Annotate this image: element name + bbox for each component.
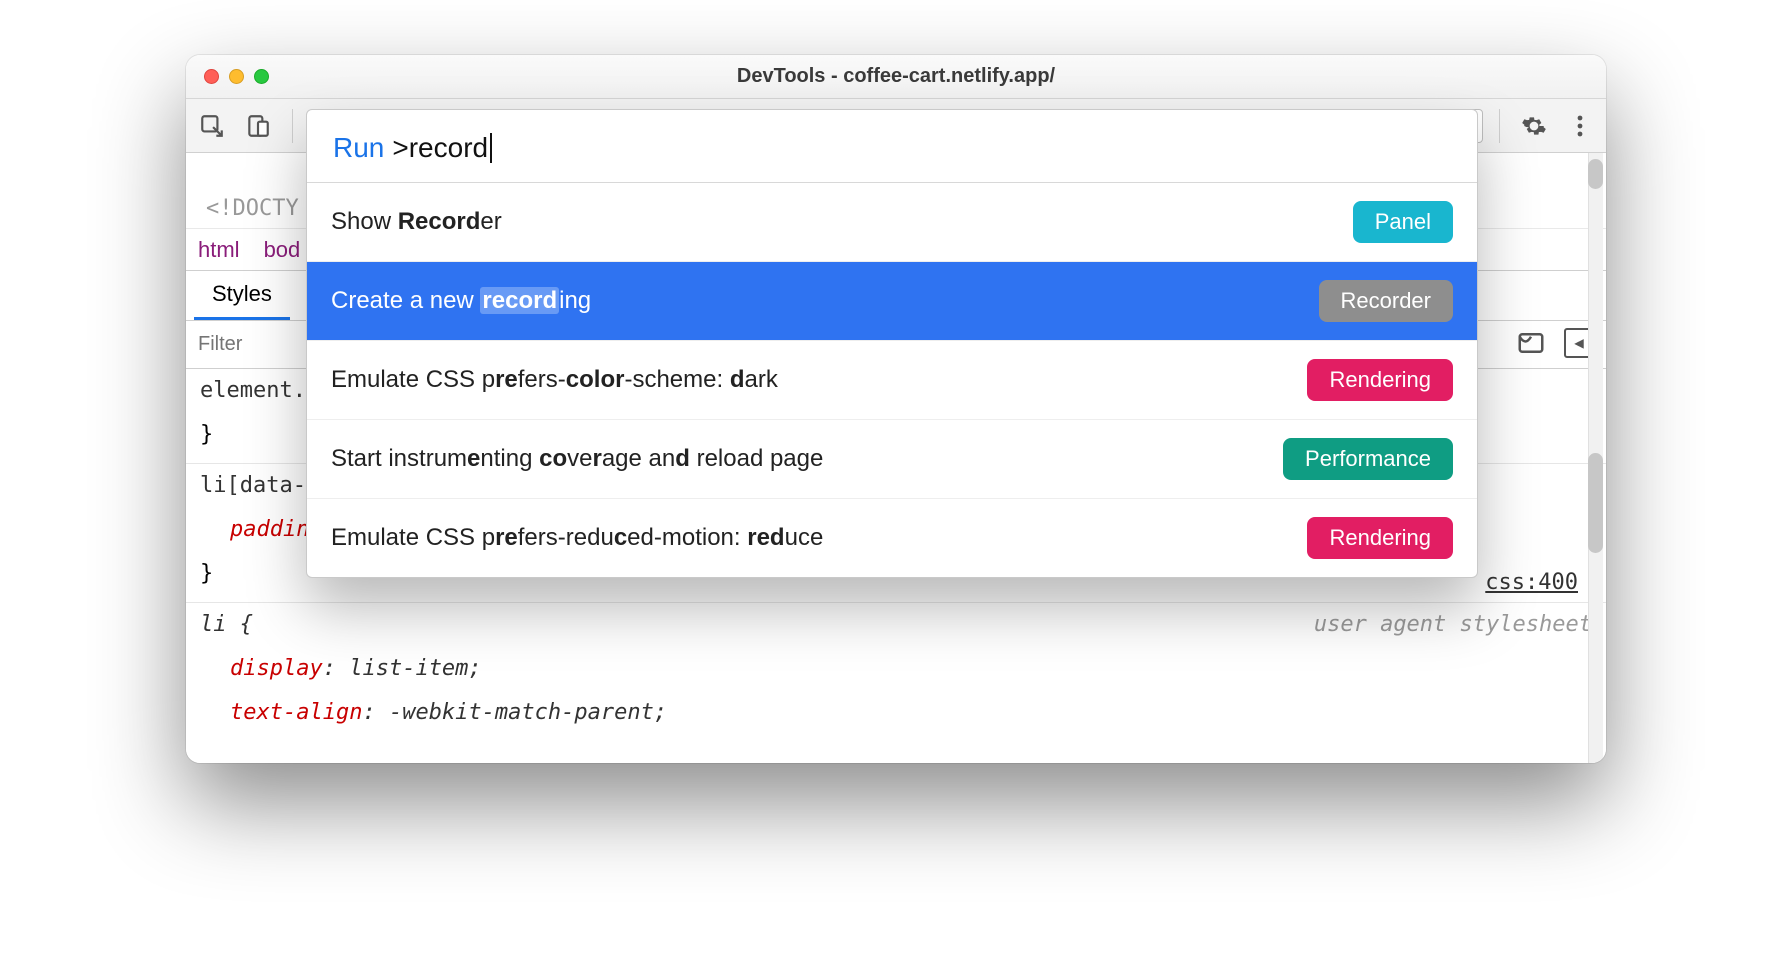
command-badge: Performance: [1283, 438, 1453, 480]
command-item-emulate-reduced-motion[interactable]: Emulate CSS prefers-reduced-motion: redu…: [307, 499, 1477, 577]
command-badge: Panel: [1353, 201, 1453, 243]
separator: [292, 109, 293, 143]
gear-icon: [1521, 113, 1547, 139]
command-item-coverage[interactable]: Start instrumenting coverage and reload …: [307, 420, 1477, 499]
breadcrumb-item[interactable]: bod: [264, 237, 301, 263]
command-badge: Rendering: [1307, 517, 1453, 559]
inspect-element-icon[interactable]: [194, 108, 230, 144]
command-item-show-recorder[interactable]: Show Recorder Panel: [307, 183, 1477, 262]
device-toolbar-icon[interactable]: [240, 108, 276, 144]
css-source-link[interactable]: css:400: [1485, 569, 1578, 595]
command-item-emulate-dark[interactable]: Emulate CSS prefers-color-scheme: dark R…: [307, 341, 1477, 420]
command-query: >record: [392, 132, 492, 164]
command-item-create-recording[interactable]: Create a new recording Recorder: [307, 262, 1477, 341]
ua-stylesheet-label: user agent stylesheet: [1314, 603, 1592, 647]
command-input-row[interactable]: Run >record: [307, 110, 1477, 183]
scrollbar-thumb[interactable]: [1588, 453, 1603, 553]
command-prefix: Run: [333, 132, 384, 164]
kebab-icon: [1577, 114, 1583, 138]
window-title: DevTools - coffee-cart.netlify.app/: [186, 65, 1606, 88]
separator: [1499, 109, 1500, 143]
css-rule[interactable]: li { user agent stylesheet display: list…: [186, 603, 1606, 741]
command-badge: Recorder: [1319, 280, 1453, 322]
command-badge: Rendering: [1307, 359, 1453, 401]
devtools-window: DevTools - coffee-cart.netlify.app/ Elem…: [186, 55, 1606, 763]
more-options-button[interactable]: [1562, 114, 1598, 138]
settings-button[interactable]: [1516, 113, 1552, 139]
titlebar: DevTools - coffee-cart.netlify.app/: [186, 55, 1606, 99]
tab-styles[interactable]: Styles: [194, 269, 290, 320]
scrollbar-thumb[interactable]: [1588, 159, 1603, 189]
text-caret: [490, 133, 492, 163]
command-results: Show Recorder Panel Create a new recordi…: [307, 183, 1477, 577]
toggle-class-icon[interactable]: [1516, 328, 1546, 362]
command-menu: Run >record Show Recorder Panel Create a…: [306, 109, 1478, 578]
breadcrumb-item[interactable]: html: [198, 237, 240, 263]
